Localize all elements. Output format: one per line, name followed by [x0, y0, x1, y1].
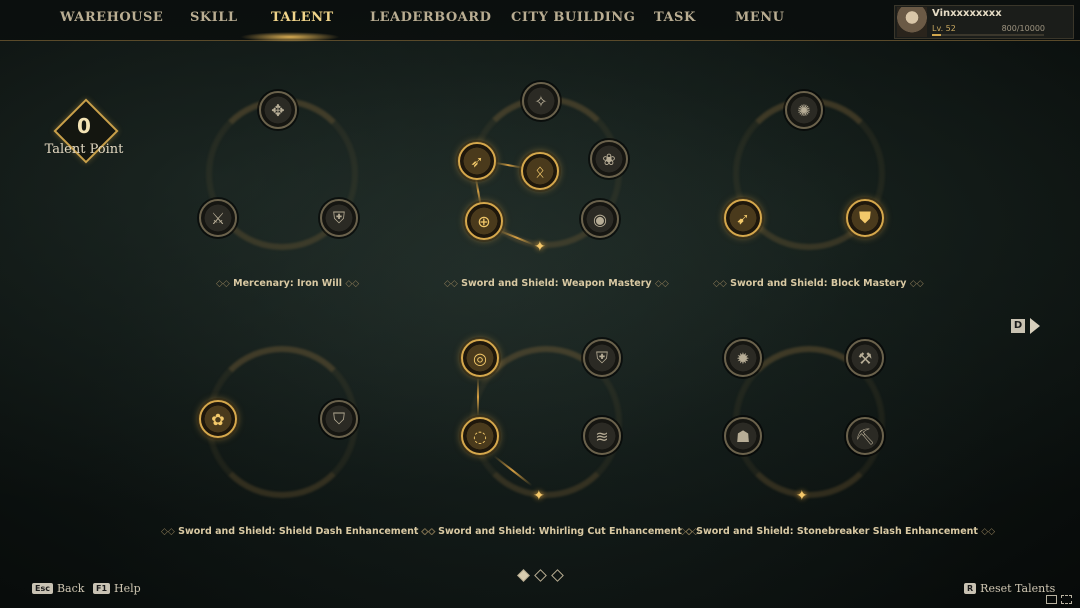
exp-bar: [932, 34, 1044, 36]
next-page-key: D: [1011, 319, 1025, 333]
spear-burst-icon[interactable]: ✧: [522, 82, 560, 120]
nav-menu[interactable]: MENU: [735, 10, 785, 25]
player-profile[interactable]: Vinxxxxxxxx Lv. 52 800/10000: [894, 5, 1074, 39]
fist-guard-icon[interactable]: ⛊: [846, 199, 884, 237]
exp-bar-fill: [932, 34, 941, 36]
tree-label: ◇◇ Sword and Shield: Whirling Cut Enhanc…: [421, 526, 700, 537]
nav-warehouse[interactable]: WAREHOUSE: [60, 10, 163, 25]
tree-label: ◇◇ Sword and Shield: Stonebreaker Slash …: [679, 526, 996, 537]
tree-label: ◇◇ Mercenary: Iron Will ◇◇: [216, 278, 360, 289]
player-name: Vinxxxxxxxx: [932, 8, 1002, 19]
claw-bloom-icon[interactable]: ❀: [590, 140, 628, 178]
back-label: Back: [56, 581, 85, 595]
nav-city-building[interactable]: CITY BUILDING: [511, 10, 635, 25]
f1-key: F1: [93, 582, 111, 594]
window-controls: [1046, 595, 1076, 605]
orb-shield-icon[interactable]: ◉: [581, 200, 619, 238]
spiral-shield-icon[interactable]: ✺: [785, 91, 823, 129]
spark-icon: ✦: [533, 488, 545, 504]
whirl-blade-icon[interactable]: ◌: [461, 417, 499, 455]
rune-orb-icon[interactable]: ✿: [199, 400, 237, 438]
help-label: Help: [114, 581, 141, 595]
dash-shield-icon[interactable]: ➹: [724, 199, 762, 237]
muscle-armor-icon[interactable]: ⚔: [199, 199, 237, 237]
helm-shield-icon[interactable]: ⛉: [320, 400, 358, 438]
fist-shield-icon[interactable]: ⛨: [320, 199, 358, 237]
talent-point-label: Talent Point: [44, 142, 124, 157]
top-nav-bar: WAREHOUSE SKILL TALENT LEADERBOARD CITY …: [0, 0, 1080, 42]
nav-leaderboard[interactable]: LEADERBOARD: [370, 10, 491, 25]
next-page-arrow-icon[interactable]: [1030, 318, 1040, 334]
sword-arc-icon[interactable]: ➶: [458, 142, 496, 180]
twin-slash-icon[interactable]: ≋: [583, 417, 621, 455]
shield-slash-icon[interactable]: ⛨: [583, 339, 621, 377]
spark-icon: ✦: [534, 239, 546, 255]
avatar: [897, 7, 927, 37]
tree-label: ◇◇ Sword and Shield: Block Mastery ◇◇: [713, 278, 924, 289]
back-button[interactable]: Esc Back: [32, 581, 84, 595]
sword-circle-icon[interactable]: ⊕: [465, 202, 503, 240]
help-button[interactable]: F1 Help: [93, 581, 141, 595]
nav-talent[interactable]: TALENT: [271, 10, 334, 25]
stone-burst-icon[interactable]: ✹: [724, 339, 762, 377]
hammer-strike-icon[interactable]: ⚒: [846, 339, 884, 377]
tree-label: ◇◇ Sword and Shield: Shield Dash Enhance…: [161, 526, 436, 537]
crack-shield-icon[interactable]: ⛏: [846, 417, 884, 455]
blade-rune-icon[interactable]: ᛟ: [521, 152, 559, 190]
reset-talents-button[interactable]: R Reset Talents: [964, 581, 1055, 595]
player-exp: 800/10000: [1001, 24, 1045, 33]
spark-icon: ✦: [796, 488, 808, 504]
tree-label: ◇◇ Sword and Shield: Weapon Mastery ◇◇: [444, 278, 669, 289]
nav-task[interactable]: TASK: [654, 10, 696, 25]
r-key: R: [964, 582, 977, 594]
fullscreen-icon[interactable]: [1061, 595, 1072, 604]
nav-skill[interactable]: SKILL: [190, 10, 238, 25]
active-tab-glow: [240, 32, 340, 42]
path-link: [477, 378, 479, 416]
whirl-ring-icon[interactable]: ◎: [461, 339, 499, 377]
reset-label: Reset Talents: [980, 581, 1056, 595]
window-icon[interactable]: [1046, 595, 1057, 604]
claw-slash-icon[interactable]: ✥: [259, 91, 297, 129]
rock-slash-icon[interactable]: ☗: [724, 417, 762, 455]
talent-point-value: 0: [77, 114, 91, 138]
player-level: Lv. 52: [932, 24, 956, 33]
esc-key: Esc: [32, 582, 53, 594]
